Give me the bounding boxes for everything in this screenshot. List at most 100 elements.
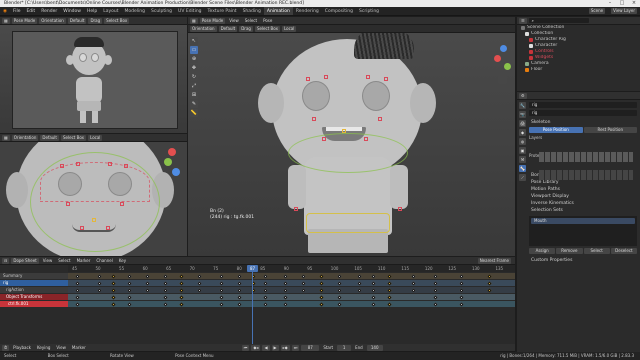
menu-render[interactable]: Render <box>38 7 60 15</box>
face-transform-selector[interactable]: Local <box>88 134 103 141</box>
keyframe[interactable] <box>127 287 132 293</box>
protected-layers-grid[interactable] <box>539 170 633 180</box>
dopesheet-menu-view[interactable]: View <box>41 258 55 264</box>
main-snap-selector[interactable]: Drag <box>239 25 253 32</box>
keyframe[interactable] <box>127 294 132 300</box>
face-orientation-selector[interactable]: Orientation <box>11 134 39 141</box>
keyframe[interactable] <box>237 294 242 300</box>
view-layer-selector[interactable]: View Layer <box>611 8 637 14</box>
keyframe[interactable] <box>283 301 288 307</box>
keyframe[interactable] <box>387 294 392 300</box>
keyframe[interactable] <box>283 287 288 293</box>
section-custom-properties[interactable]: Custom Properties <box>529 257 637 264</box>
keyframe[interactable] <box>357 280 362 286</box>
outliner-search-input[interactable]: ⌕ <box>528 18 589 23</box>
dopesheet-mode-selector[interactable]: Dope Sheet <box>11 257 39 264</box>
keyframe[interactable] <box>459 273 464 279</box>
keyframe[interactable] <box>127 301 132 307</box>
workspace-tab-compositing[interactable]: Compositing <box>322 7 356 15</box>
armature-name-field[interactable]: rig <box>529 110 637 116</box>
keyframe[interactable] <box>411 280 416 286</box>
section-motion-paths[interactable]: Motion Paths <box>529 186 637 193</box>
outliner-editor-type-button[interactable]: ☰ <box>519 17 527 24</box>
keyframe[interactable] <box>387 280 392 286</box>
keyframe[interactable] <box>411 273 416 279</box>
keyframe[interactable] <box>283 280 288 286</box>
section-skeleton[interactable]: Skeleton <box>529 119 637 126</box>
armature-data-tab-icon[interactable]: 🦴 <box>519 165 526 172</box>
bone-name-field[interactable]: rig <box>529 102 637 108</box>
keyframe[interactable] <box>163 287 168 293</box>
keyframe[interactable] <box>319 287 324 293</box>
zoom-icon[interactable] <box>498 75 507 84</box>
editor-type-button[interactable]: ▦ <box>2 17 10 24</box>
channel-summary[interactable]: Summary <box>0 273 68 279</box>
section-selection-sets[interactable]: Selection Sets <box>529 207 637 214</box>
face-editor-type-button[interactable]: ▦ <box>2 134 10 141</box>
snap-mode-selector[interactable]: Nearest Frame <box>477 257 511 264</box>
main-select-box-selector[interactable]: Select Box <box>254 25 280 32</box>
main-transform-selector[interactable]: Local <box>281 25 297 32</box>
keyframe[interactable] <box>357 287 362 293</box>
keyframe[interactable] <box>237 287 242 293</box>
face-select-box-selector[interactable]: Select Box <box>61 134 87 141</box>
transform-tool-icon[interactable]: ⊞ <box>190 91 198 99</box>
character-model[interactable] <box>258 33 458 256</box>
keyframe[interactable] <box>319 273 324 279</box>
dopesheet-menu-marker[interactable]: Marker <box>75 258 93 264</box>
keyframe[interactable] <box>337 287 342 293</box>
keyframe[interactable] <box>433 287 438 293</box>
rest-position-button[interactable]: Rest Position <box>583 127 637 133</box>
keyframe[interactable] <box>179 273 184 279</box>
main-mode-selector[interactable]: Pose Mode <box>199 17 226 24</box>
keyframe[interactable] <box>263 280 268 286</box>
move-tool-icon[interactable]: ✥ <box>190 64 198 72</box>
keyframe[interactable] <box>111 273 116 279</box>
rotate-tool-icon[interactable]: ↻ <box>190 73 198 81</box>
menu-file[interactable]: File <box>10 7 24 15</box>
main-navigation-gizmo[interactable] <box>494 45 512 85</box>
play-reverse-icon[interactable]: ◀ <box>262 344 270 351</box>
dopesheet-area[interactable]: 45 50 55 60 65 70 75 80 85 90 95 100 105 110 115 120 125… <box>0 265 515 344</box>
keyframe[interactable] <box>371 294 376 300</box>
pose-position-button[interactable]: Pose Position <box>529 127 583 133</box>
channel-ctrl-fk[interactable]: ctrl.fk.001 <box>0 301 68 307</box>
play-icon[interactable]: ▶ <box>271 344 279 351</box>
keyframe[interactable] <box>219 273 224 279</box>
keying-menu[interactable]: Keying <box>35 345 52 351</box>
keyframe[interactable] <box>97 280 102 286</box>
keyframe[interactable] <box>97 273 102 279</box>
close-button[interactable]: × <box>628 0 640 7</box>
keyframe[interactable] <box>487 280 492 286</box>
remove-button[interactable]: Remove <box>556 248 583 254</box>
section-inverse-kinematics[interactable]: Inverse Kinematics <box>529 200 637 207</box>
workspace-tab-shading[interactable]: Shading <box>240 7 264 15</box>
orientation-selector[interactable]: Orientation <box>39 17 66 24</box>
keyframe[interactable] <box>219 287 224 293</box>
keyframe[interactable] <box>433 280 438 286</box>
workspace-tab-animation[interactable]: Animation <box>263 7 293 15</box>
main-menu-pose[interactable]: Pose <box>261 18 274 24</box>
blender-logo-icon[interactable]: ◉ <box>0 7 10 15</box>
keyframe[interactable] <box>301 280 306 286</box>
keyframe[interactable] <box>301 287 306 293</box>
timeline-marker-menu[interactable]: Marker <box>70 345 88 351</box>
keyframe[interactable] <box>433 273 438 279</box>
keyframe[interactable] <box>319 294 324 300</box>
workspace-tab-rendering[interactable]: Rendering <box>293 7 322 15</box>
output-tab-icon[interactable]: 🖨 <box>519 120 526 127</box>
deselect-button[interactable]: Deselect <box>610 248 637 254</box>
keyframe[interactable] <box>179 294 184 300</box>
keyframe[interactable] <box>357 273 362 279</box>
keyframe[interactable] <box>433 294 438 300</box>
jump-end-icon[interactable]: ⏭ <box>291 344 300 351</box>
face-pivot-selector[interactable]: Default <box>40 134 59 141</box>
annotate-tool-icon[interactable]: ✎ <box>190 100 198 108</box>
main-viewport[interactable]: ↖ ▭ ⊕ ✥ ↻ ⤢ ⊞ ✎ 📏 Bn (2) (244) rig : tg.… <box>188 33 515 256</box>
keyframe[interactable] <box>263 294 268 300</box>
select-box-selector[interactable]: Select Box <box>104 17 130 24</box>
keyframe[interactable] <box>75 301 80 307</box>
main-pivot-selector[interactable]: Default <box>218 25 238 32</box>
workspace-tab-scripting[interactable]: Scripting <box>356 7 382 15</box>
keyframe[interactable] <box>219 301 224 307</box>
